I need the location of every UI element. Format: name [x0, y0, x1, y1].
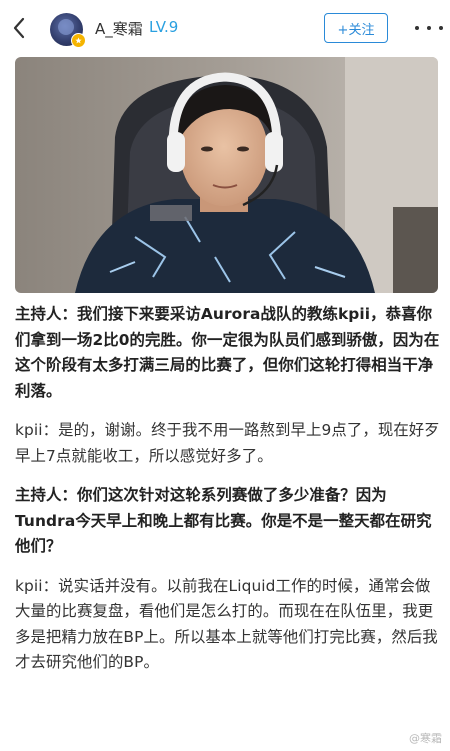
chevron-left-icon [13, 17, 25, 39]
paragraph-kpii-answer-2: kpii：说实话并没有。以前我在Liquid工作的时候，通常会做大量的比赛复盘，… [15, 576, 438, 672]
username[interactable]: A_寒霜 [95, 18, 143, 39]
more-button[interactable] [415, 18, 443, 38]
follow-button[interactable]: +关注 [324, 13, 388, 43]
back-button[interactable] [6, 12, 32, 44]
more-dots-icon [415, 26, 419, 30]
post-image[interactable] [15, 57, 438, 293]
article-body: 主持人：我们接下来要采访Aurora战队的教练kpii，恭喜你们拿到一场2比0的… [15, 302, 440, 690]
paragraph-host-question-1: 主持人：我们接下来要采访Aurora战队的教练kpii，恭喜你们拿到一场2比0的… [15, 305, 440, 400]
top-bar: A_寒霜 LV.9 +关注 [0, 0, 450, 58]
paragraph-host-question-2: 主持人：你们这次针对这轮系列赛做了多少准备？因为Tundra今天早上和晚上都有比… [15, 486, 432, 555]
paragraph-kpii-answer-1: kpii：是的，谢谢。终于我不用一路熬到早上9点了，现在好歹早上7点就能收工，所… [15, 421, 440, 465]
user-level-badge: LV.9 [149, 18, 179, 36]
verified-badge-icon [71, 33, 86, 48]
avatar[interactable] [50, 13, 86, 48]
interview-photo [15, 57, 438, 293]
watermark: @寒霜 [409, 732, 442, 745]
